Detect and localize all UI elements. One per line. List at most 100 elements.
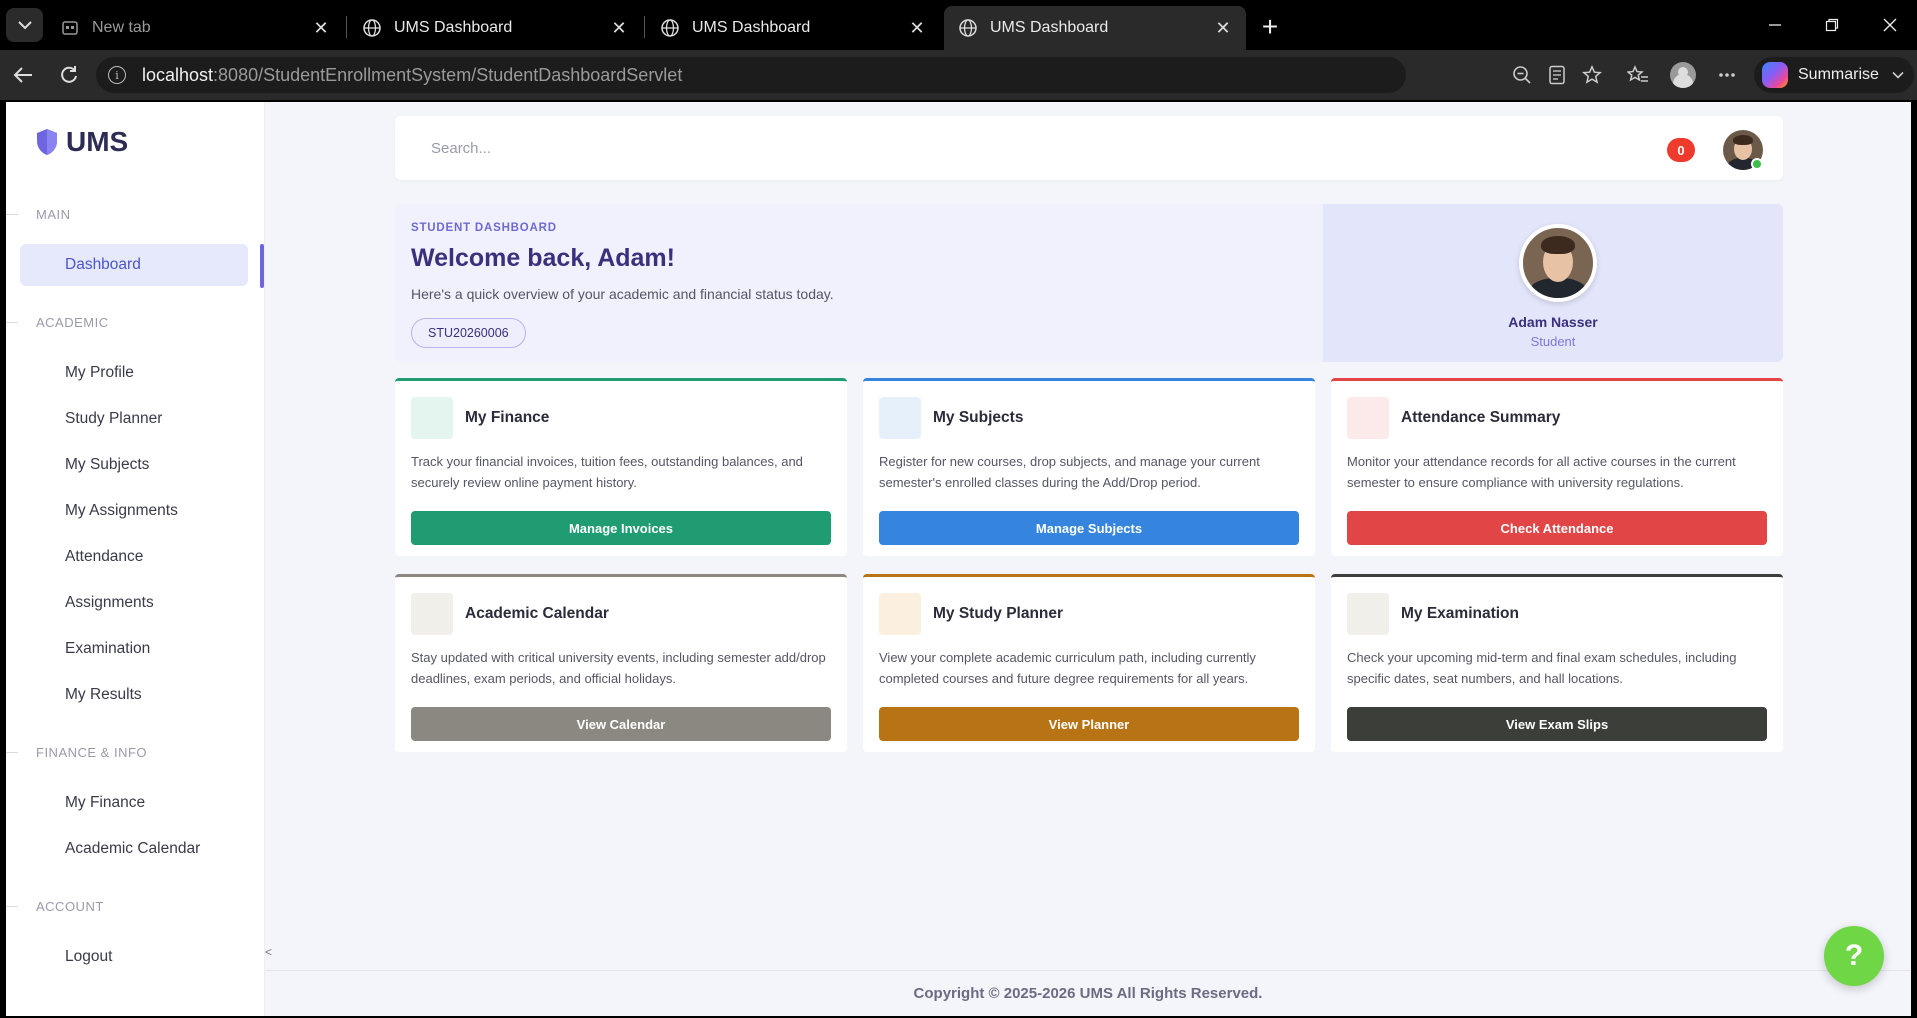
card-description: Monitor your attendance records for all … <box>1347 454 1736 490</box>
brand-name: UMS <box>66 126 129 157</box>
main-content: 0 STUDENT DASHBOARD Welcome back, Adam! … <box>265 102 1911 1016</box>
site-info-icon[interactable]: i <box>108 66 126 84</box>
close-tab-icon[interactable]: ✕ <box>1212 17 1234 39</box>
sidebar-item-academic-calendar[interactable]: Academic Calendar <box>20 828 248 870</box>
chevron-down-icon[interactable] <box>1892 68 1904 82</box>
close-tab-icon[interactable]: ✕ <box>608 17 630 39</box>
zoom-icon[interactable] <box>1510 63 1534 87</box>
close-window-icon[interactable] <box>1875 12 1905 38</box>
tab-list-button[interactable] <box>6 8 43 42</box>
tab-ums-dashboard-active[interactable]: UMS Dashboard ✕ <box>944 6 1246 50</box>
check-attendance-button[interactable]: Check Attendance <box>1347 511 1767 545</box>
card-description: Check your upcoming mid-term and final e… <box>1347 650 1737 686</box>
brand-logo[interactable]: UMS <box>36 126 128 158</box>
sidebar-item-attendance[interactable]: Attendance <box>20 536 248 578</box>
sidebar: UMS MAIN Dashboard ACADEMIC My Profile S… <box>6 102 265 1016</box>
sidebar-item-examination[interactable]: Examination <box>20 628 248 670</box>
tab-title: UMS Dashboard <box>394 19 513 36</box>
sidebar-item-study-planner[interactable]: Study Planner <box>20 398 248 440</box>
profile-summary: Adam Nasser Student <box>1323 204 1783 362</box>
sidebar-item-logout[interactable]: Logout <box>20 936 248 978</box>
section-divider <box>6 214 18 215</box>
notification-badge[interactable]: 0 <box>1667 138 1695 162</box>
restore-window-icon[interactable] <box>1817 12 1847 38</box>
sidebar-item-my-subjects[interactable]: My Subjects <box>20 444 248 486</box>
calendar-icon <box>411 593 453 635</box>
search-input[interactable] <box>431 132 1331 164</box>
section-label-academic: ACADEMIC <box>36 315 109 330</box>
examination-icon <box>1347 593 1389 635</box>
card-my-examination: My Examination Check your upcoming mid-t… <box>1331 574 1783 752</box>
copyright-text: Copyright © 2025-2026 UMS All Rights Res… <box>913 985 1263 1002</box>
manage-invoices-button[interactable]: Manage Invoices <box>411 511 831 545</box>
favorites-list-icon[interactable] <box>1626 63 1650 87</box>
tab-separator <box>644 16 645 38</box>
view-calendar-button[interactable]: View Calendar <box>411 707 831 741</box>
view-planner-button[interactable]: View Planner <box>879 707 1299 741</box>
address-bar[interactable]: i localhost:8080/StudentEnrollmentSystem… <box>96 57 1406 93</box>
student-id-badge: STU20260006 <box>411 318 526 348</box>
refresh-icon[interactable] <box>56 62 82 88</box>
reading-view-icon[interactable] <box>1545 63 1569 87</box>
more-options-icon[interactable] <box>1715 63 1739 87</box>
globe-icon <box>660 18 680 38</box>
tab-ums-dashboard-1[interactable]: UMS Dashboard ✕ <box>348 6 642 50</box>
finance-icon <box>411 397 453 439</box>
tab-new-tab[interactable]: New tab ✕ <box>46 6 344 50</box>
favorite-star-icon[interactable] <box>1580 63 1604 87</box>
attendance-icon <box>1347 397 1389 439</box>
close-tab-icon[interactable]: ✕ <box>310 17 332 39</box>
page-title: Welcome back, Adam! <box>411 244 675 272</box>
hero-kicker: STUDENT DASHBOARD <box>411 222 557 234</box>
tab-ums-dashboard-2[interactable]: UMS Dashboard ✕ <box>646 6 940 50</box>
online-status-dot <box>1751 158 1763 170</box>
card-description: Track your financial invoices, tuition f… <box>411 454 803 490</box>
top-search-bar: 0 <box>395 116 1783 180</box>
minimize-window-icon[interactable] <box>1760 12 1790 38</box>
shield-icon <box>37 129 57 155</box>
sidebar-item-my-profile[interactable]: My Profile <box>20 352 248 394</box>
section-divider <box>6 752 18 753</box>
subjects-icon <box>879 397 921 439</box>
sidebar-item-my-finance[interactable]: My Finance <box>20 782 248 824</box>
planner-icon <box>879 593 921 635</box>
card-title: Attendance Summary <box>1401 409 1561 426</box>
tab-separator <box>346 16 347 38</box>
section-divider <box>6 322 18 323</box>
browser-profile-avatar[interactable] <box>1670 62 1696 88</box>
close-tab-icon[interactable]: ✕ <box>906 17 928 39</box>
sidebar-item-my-results[interactable]: My Results <box>20 674 248 716</box>
tab-title: UMS Dashboard <box>990 19 1109 36</box>
active-indicator <box>260 244 264 288</box>
summarise-button[interactable]: Summarise <box>1754 57 1914 93</box>
hero-subtitle: Here's a quick overview of your academic… <box>411 286 834 302</box>
url-text: localhost:8080/StudentEnrollmentSystem/S… <box>142 64 683 85</box>
sidebar-item-dashboard[interactable]: Dashboard <box>20 244 248 286</box>
card-title: My Subjects <box>933 409 1024 426</box>
card-attendance-summary: Attendance Summary Monitor your attendan… <box>1331 378 1783 556</box>
help-button[interactable]: ? <box>1824 926 1884 986</box>
summarise-label: Summarise <box>1798 66 1879 83</box>
manage-subjects-button[interactable]: Manage Subjects <box>879 511 1299 545</box>
new-tab-plus-icon[interactable]: + <box>1255 11 1285 42</box>
sidebar-item-my-assignments[interactable]: My Assignments <box>20 490 248 532</box>
section-label-finance: FINANCE & INFO <box>36 745 148 760</box>
chevron-down-icon <box>17 21 32 30</box>
card-title: My Study Planner <box>933 605 1064 622</box>
card-my-finance: My Finance Track your financial invoices… <box>395 378 847 556</box>
copilot-icon <box>1762 62 1788 88</box>
card-my-subjects: My Subjects Register for new courses, dr… <box>863 378 1315 556</box>
profile-role: Student <box>1530 334 1576 349</box>
section-divider <box>6 906 18 907</box>
card-academic-calendar: Academic Calendar Stay updated with crit… <box>395 574 847 752</box>
new-tab-page-icon <box>60 18 80 38</box>
page-footer: Copyright © 2025-2026 UMS All Rights Res… <box>265 970 1911 1016</box>
web-page: UMS MAIN Dashboard ACADEMIC My Profile S… <box>6 102 1911 1016</box>
section-label-main: MAIN <box>36 207 71 222</box>
profile-name: Adam Nasser <box>1508 314 1598 330</box>
sidebar-item-assignments[interactable]: Assignments <box>20 582 248 624</box>
view-exam-slips-button[interactable]: View Exam Slips <box>1347 707 1767 741</box>
back-arrow-icon[interactable] <box>10 62 36 88</box>
globe-icon <box>362 18 382 38</box>
section-label-account: ACCOUNT <box>36 899 104 914</box>
